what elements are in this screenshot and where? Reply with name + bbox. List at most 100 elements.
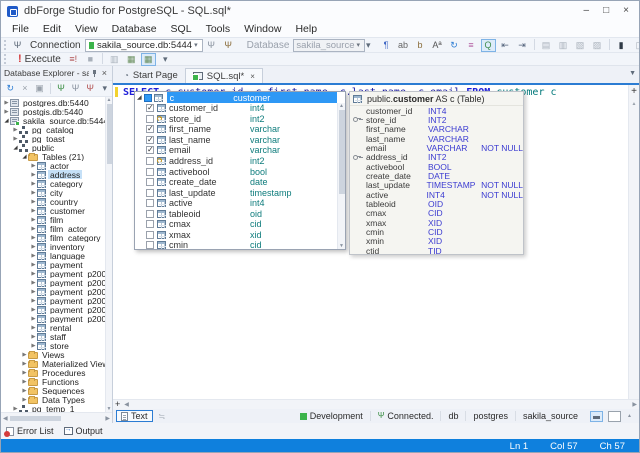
close-panel-icon[interactable]: × [100, 68, 109, 78]
database-combobox[interactable]: sakila_source ▾ [293, 39, 365, 52]
tree-item-postgis-db-5440[interactable]: ▶postgis.db:5440 [1, 107, 105, 116]
expand-icon[interactable]: ▶ [21, 397, 28, 403]
column-checkbox[interactable] [146, 178, 154, 186]
expand-icon[interactable]: ▶ [30, 262, 37, 268]
tree-item-rental[interactable]: ▶rental [1, 323, 105, 332]
expand-icon[interactable]: ▶ [30, 172, 37, 178]
expand-icon[interactable]: ▶ [30, 217, 37, 223]
tree-item-city[interactable]: ▶city [1, 188, 105, 197]
expand-icon[interactable]: ▶ [30, 334, 37, 340]
layout-icon[interactable]: ≡ [464, 39, 479, 52]
scroll-down-icon[interactable]: ▼ [107, 406, 112, 412]
expand-icon[interactable]: ▶ [12, 127, 19, 133]
compare-icon[interactable]: ≒ [159, 412, 166, 421]
connection-plug-icon[interactable]: Ψ [10, 39, 25, 52]
menu-item-view[interactable]: View [68, 23, 105, 35]
go-to-definition-icon[interactable]: ▧ [573, 39, 588, 52]
menu-item-sql[interactable]: SQL [164, 23, 199, 35]
collapse-icon[interactable]: ◢ [21, 154, 28, 160]
expand-icon[interactable]: ▶ [30, 253, 37, 259]
completion-item-first_name[interactable]: first_namevarchar [135, 124, 345, 135]
tree-item-functions[interactable]: ▶Functions [1, 377, 105, 386]
toolbar-overflow-icon[interactable]: ▾ [366, 39, 371, 52]
execute-script-icon[interactable]: ≡! [66, 53, 81, 66]
tree-item-materialized-views[interactable]: ▶Materialized Views [1, 359, 105, 368]
delete-icon[interactable]: × [19, 82, 32, 95]
stop-execution-icon[interactable]: ■ [83, 53, 98, 66]
new-connection-icon[interactable]: Ψ [221, 39, 236, 52]
column-checkbox[interactable] [146, 136, 154, 144]
column-checkbox[interactable] [146, 241, 154, 249]
completion-item-customer_id[interactable]: customer_idint4 [135, 103, 345, 114]
expand-icon[interactable]: ▶ [3, 109, 10, 115]
execute-button[interactable]: ! Execute [12, 53, 65, 65]
output-tab[interactable]: Output [64, 426, 103, 436]
expand-icon[interactable]: ▶ [30, 343, 37, 349]
column-checkbox[interactable] [146, 199, 154, 207]
completion-item-email[interactable]: emailvarchar [135, 145, 345, 156]
expand-icon[interactable]: ▶ [12, 406, 19, 412]
expand-icon[interactable]: ▶ [3, 100, 10, 106]
connect-icon[interactable]: Ψ [69, 82, 82, 95]
tree-item-views[interactable]: ▶Views [1, 350, 105, 359]
error-list-tab[interactable]: Error List [6, 426, 54, 436]
tree-item-payment-p2007[interactable]: ▶payment_p2007 [1, 269, 105, 278]
menu-item-file[interactable]: File [5, 23, 36, 35]
editor-horizontal-scrollbar[interactable]: + ◀ ▶ [113, 399, 639, 409]
column-checkbox[interactable] [146, 210, 154, 218]
scroll-right-icon[interactable]: ▶ [105, 415, 110, 422]
add-pane-button[interactable]: + [115, 400, 120, 409]
snippet-icon[interactable]: b [413, 39, 428, 52]
scroll-left-icon[interactable]: ◀ [3, 415, 8, 422]
expand-icon[interactable]: ▶ [30, 289, 37, 295]
completion-item-activebool[interactable]: activeboolbool [135, 166, 345, 177]
expand-icon[interactable]: ▶ [30, 280, 37, 286]
navigate-forward-icon[interactable]: ▥ [556, 39, 571, 52]
splitter-handle[interactable]: + [631, 87, 637, 97]
maximize-button[interactable]: □ [603, 6, 609, 16]
tree-item-film[interactable]: ▶film [1, 215, 105, 224]
menu-item-edit[interactable]: Edit [36, 23, 68, 35]
completion-item-xmax[interactable]: xmaxxid [135, 230, 345, 241]
duplicate-icon[interactable]: ▣ [33, 82, 46, 95]
expander-icon[interactable]: ◢ [137, 94, 142, 101]
scroll-up-icon[interactable]: ▲ [632, 101, 637, 107]
expand-icon[interactable]: ▶ [30, 325, 37, 331]
expand-icon[interactable]: ▶ [30, 181, 37, 187]
tree-item-payment-p2007[interactable]: ▶payment_p2007 [1, 305, 105, 314]
toolbar-overflow-icon[interactable]: ▾ [158, 53, 173, 66]
expand-icon[interactable]: ▶ [21, 379, 28, 385]
tree-item-postgres-db-5440[interactable]: ▶postgres.db:5440 [1, 98, 105, 107]
tree-item-store[interactable]: ▶store [1, 341, 105, 350]
tab-overflow-icon[interactable]: ▼ [629, 70, 636, 77]
expand-icon[interactable]: ▶ [21, 352, 28, 358]
expand-icon[interactable]: ▶ [12, 136, 19, 142]
bookmark-icon[interactable]: ▮ [614, 39, 629, 52]
tree-item-category[interactable]: ▶category [1, 179, 105, 188]
text-view-tab[interactable]: Text [116, 410, 153, 422]
tree-item-language[interactable]: ▶language [1, 251, 105, 260]
collapse-icon[interactable]: ◢ [3, 118, 10, 124]
menu-item-window[interactable]: Window [237, 23, 288, 35]
toolbar-grip[interactable] [4, 54, 9, 64]
menu-item-help[interactable]: Help [288, 23, 324, 35]
completion-item-active[interactable]: activeint4 [135, 198, 345, 209]
comment-icon[interactable]: ab [396, 39, 411, 52]
connect-icon[interactable]: Ψ [204, 39, 219, 52]
tree-item-sequences[interactable]: ▶Sequences [1, 386, 105, 395]
toolbar-grip[interactable] [4, 40, 6, 50]
column-checkbox[interactable] [146, 146, 154, 154]
completion-item-last_name[interactable]: last_namevarchar [135, 135, 345, 146]
tree-item-payment-p2007[interactable]: ▶payment_p2007 [1, 287, 105, 296]
tree-item-sakila-source-db-5444[interactable]: ◢sakila_source.db:5444 [1, 116, 105, 125]
editor-vertical-scrollbar[interactable]: + ▲ [628, 85, 639, 399]
completion-item-create_date[interactable]: create_datedate [135, 177, 345, 188]
connection-state[interactable]: ΨConnected. [370, 411, 441, 421]
tree-item-customer[interactable]: ▶customer [1, 206, 105, 215]
expand-icon[interactable]: ▶ [30, 244, 37, 250]
format-sql-icon[interactable]: ¶ [379, 39, 394, 52]
tree-item-inventory[interactable]: ▶inventory [1, 242, 105, 251]
scrollbar-thumb[interactable] [10, 416, 62, 421]
expand-icon[interactable]: ▶ [30, 298, 37, 304]
explain-plan-icon[interactable]: ▦ [124, 53, 139, 66]
